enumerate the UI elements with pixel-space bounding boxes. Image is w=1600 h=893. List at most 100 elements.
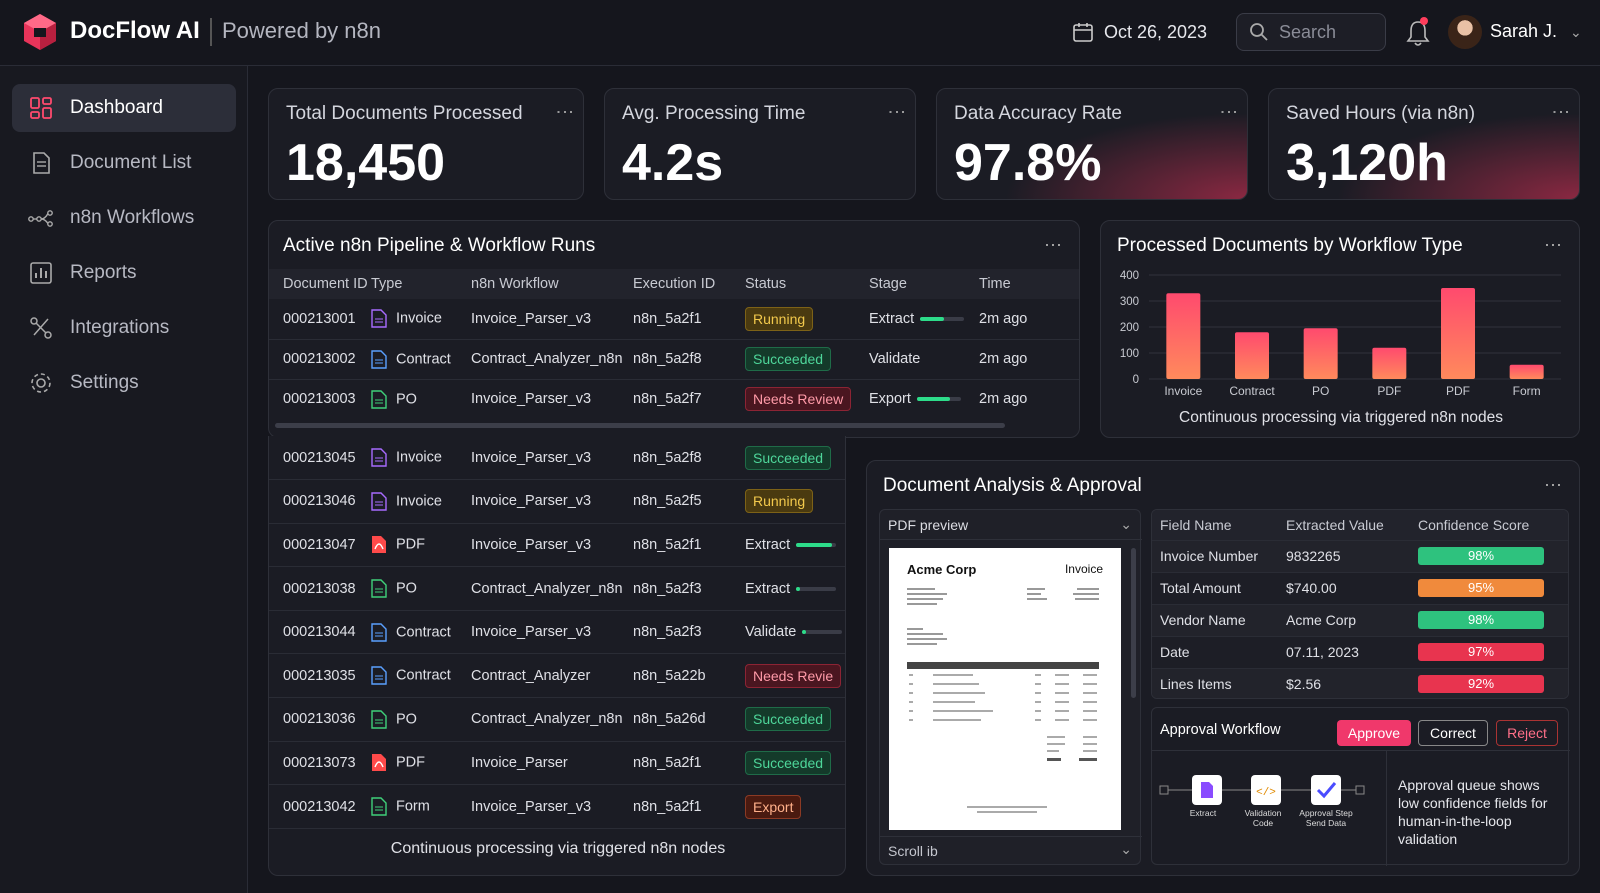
bar[interactable] [1303,328,1338,379]
field-row[interactable]: Date 07.11, 2023 97% [1152,636,1568,668]
kpi-card-data-accuracy: Data Accuracy Rate 97.8% ⋮ [936,88,1248,200]
execution-id: n8n_5a26d [633,711,706,728]
type-cell: PO [371,567,471,611]
chevron-down-icon[interactable]: ⌄ [1570,24,1582,41]
more-options-icon[interactable]: ⋮ [1551,103,1571,122]
status-cell: Running [745,299,869,339]
status-cell: Succeeded [745,698,845,742]
sidebar: Dashboard Document List n8n Workflows Re… [0,66,248,893]
table-row[interactable]: 000213001 Invoice Invoice_Parser_v3 n8n_… [269,299,1079,339]
table-row[interactable]: 000213035 Contract Contract_Analyzer n8n_5a… [269,654,845,698]
column-header: Status [745,276,787,292]
sidebar-item-dashboard[interactable]: Dashboard [12,84,236,132]
doc-type: PO [396,391,417,408]
sidebar-item-reports[interactable]: Reports [12,249,236,297]
status-cell: Running [745,480,845,524]
status-badge: Succeeded [745,347,832,371]
invoice-file-icon [371,309,387,328]
workflow-name: Invoice_Parser_v3 [471,310,592,327]
table-row[interactable]: 000213046 Invoice Invoice_Parser_v3 n8n_5a2… [269,480,845,524]
bar[interactable] [1441,288,1475,379]
bell-icon[interactable] [1404,18,1432,48]
workflow-name: Contract_Analyzer_n8n [471,580,623,597]
more-options-icon[interactable]: ⋯ [1044,235,1063,256]
more-options-icon[interactable]: ⋮ [1219,103,1239,122]
chevron-down-icon[interactable]: ⌄ [1120,516,1132,533]
table-row[interactable]: 000213047 PDF Invoice_Parser_v3 n8n_5a2f1 Ex… [269,523,845,567]
pdf-preview-header[interactable]: PDF preview ⌄ [880,510,1142,540]
confidence-cell: 98% [1418,604,1568,636]
sidebar-item-settings[interactable]: Settings [12,359,236,407]
chevron-down-icon[interactable]: ⌄ [1120,841,1132,858]
column-header: Execution ID [633,276,716,292]
sidebar-item-label: Settings [70,372,139,393]
more-options-icon[interactable]: ⋮ [887,103,907,122]
status-cell: Extract [745,523,845,567]
status-badge: Needs Review [745,387,852,412]
table-row[interactable]: 000213045 Invoice Invoice_Parser_v3 n8n_5a2… [269,436,845,480]
stage-label: Validate [745,624,797,641]
sidebar-item-n8n-workflows[interactable]: n8n Workflows [12,194,236,242]
field-row[interactable]: Vendor Name Acme Corp 98% [1152,604,1568,636]
scroll-label: Scroll ib [888,843,938,859]
reports-icon [30,262,52,284]
stage-progress-bar [796,543,837,548]
divider [1152,750,1570,751]
column-header: Stage [869,276,907,292]
field-row[interactable]: Lines Items $2.56 92% [1152,668,1568,698]
bar[interactable] [1509,364,1544,379]
confidence-score: 92% [1418,675,1544,694]
table-row[interactable]: 000213042 Form Invoice_Parser_v3 n8n_5a2f1 E… [269,785,845,829]
pdf-scroll-footer[interactable]: Scroll ib ⌄ [880,836,1142,864]
y-tick-label: 300 [1120,296,1139,308]
sidebar-item-document-list[interactable]: Document List [12,139,236,187]
user-name[interactable]: Sarah J. [1490,21,1557,42]
kpi-value: 3,120h [1286,134,1448,192]
dashboard-icon [30,97,52,119]
bar[interactable] [1166,293,1201,379]
workflow-name: Invoice_Parser_v3 [471,624,592,641]
table-row[interactable]: 000213003 PO Invoice_Parser_v3 n8n_5a2f7… [269,379,1079,419]
table-row[interactable]: 000213038 PO Contract_Analyzer_n8n n8n_5a2f… [269,567,845,611]
table-row[interactable]: 000213073 PDF Invoice_Parser n8n_5a2f1 Succe… [269,741,845,785]
column-header: Field Name [1160,516,1232,533]
status-cell: Succeeded [745,741,845,785]
table-row[interactable]: 000213044 Contract Invoice_Parser_v3 n8n_5a… [269,610,845,654]
bar[interactable] [1235,332,1269,379]
search-box[interactable] [1236,13,1386,51]
doc-type: Invoice [396,493,442,510]
execution-id: n8n_5a2f1 [633,798,702,815]
field-value: 9832265 [1286,548,1341,564]
kpi-value: 4.2s [622,134,724,192]
correct-button[interactable]: Correct [1418,720,1488,746]
doc-type: Contract [396,667,451,684]
field-row[interactable]: Invoice Number 9832265 98% [1152,540,1568,572]
bar[interactable] [1372,347,1407,379]
field-row[interactable]: Total Amount $740.00 95% [1152,572,1568,604]
date-display[interactable]: Oct 26, 2023 [1072,18,1207,46]
approve-button[interactable]: Approve [1337,720,1411,746]
reject-button[interactable]: Reject [1496,720,1558,746]
kpi-title: Total Documents Processed [286,103,523,124]
more-options-icon[interactable]: ⋯ [1544,235,1563,256]
sidebar-item-label: n8n Workflows [70,207,195,228]
vertical-scrollbar[interactable] [1131,548,1136,698]
more-options-icon[interactable]: ⋮ [555,103,575,122]
avatar[interactable] [1448,15,1482,49]
horizontal-scrollbar[interactable] [275,423,1005,428]
sidebar-item-integrations[interactable]: Integrations [12,304,236,352]
column-header: Document ID [283,276,368,292]
panel-title: Document Analysis & Approval [883,475,1142,496]
type-cell: PO [371,698,471,742]
table-header-row: Field Name Extracted Value Confidence Sc… [1152,510,1568,540]
kpi-card-avg-processing-time: Avg. Processing Time 4.2s ⋮ [604,88,916,200]
app-title: DocFlow AI [70,17,200,44]
table-row[interactable]: 000213002 Contract Contract_Analyzer_n8n… [269,339,1079,379]
table-row[interactable]: 000213036 PO Contract_Analyzer_n8n n8n_5a26… [269,698,845,742]
type-cell: Contract [371,339,471,379]
integrations-icon [30,317,52,339]
more-options-icon[interactable]: ⋯ [1544,475,1563,496]
contract-file-icon [371,622,387,642]
search-input[interactable] [1279,21,1369,43]
extracted-fields-pane: Field Name Extracted Value Confidence Sc… [1151,509,1569,699]
